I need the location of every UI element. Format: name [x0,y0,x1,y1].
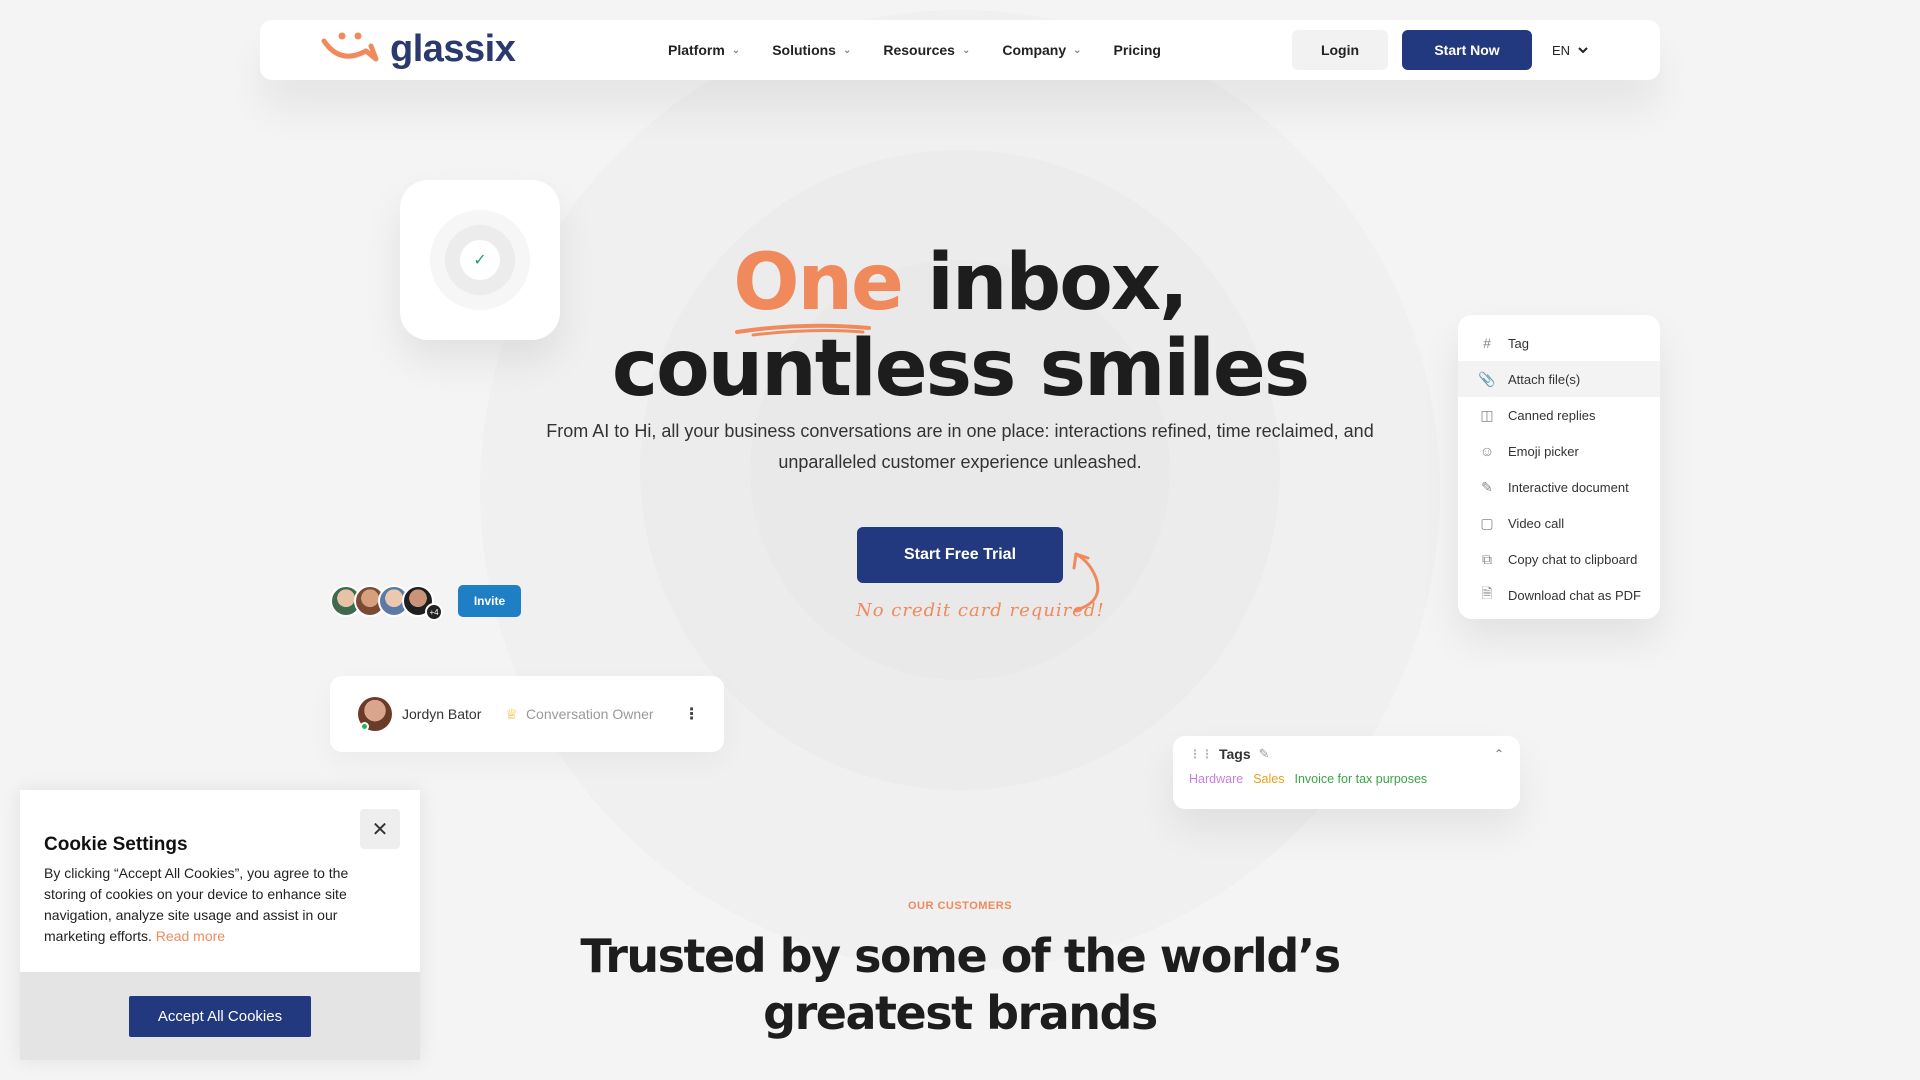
tag-invoice[interactable]: Invoice for tax purposes [1294,772,1427,786]
pdf-file-icon: 🗎 [1481,585,1493,601]
tags-header: ⋮⋮ Tags ✎ ⌃ [1189,746,1504,762]
customers-heading-line2: greatest brands [763,986,1158,1040]
login-button[interactable]: Login [1292,30,1388,70]
nav-platform[interactable]: Platform ⌄ [668,42,740,58]
main-nav: Platform ⌄ Solutions ⌄ Resources ⌄ Compa… [668,20,1193,80]
check-ring-middle: ✓ [445,225,515,295]
team-avatars: +4 [330,585,443,621]
verified-card: ✓ [400,180,560,340]
nav-platform-label: Platform [668,42,725,58]
copy-icon: ⧉ [1482,550,1492,567]
crown-icon: ♕ [505,705,518,722]
more-members-badge: +4 [425,603,443,621]
menu-item-label: Canned replies [1508,407,1596,423]
menu-item-label: Tag [1508,335,1529,351]
nav-pricing-label: Pricing [1113,42,1161,58]
menu-item-attach-files[interactable]: 📎 Attach file(s) [1458,361,1660,397]
invite-button[interactable]: Invite [458,585,521,617]
menu-item-label: Download chat as PDF [1508,587,1641,603]
more-options-icon[interactable]: ⋮ [684,704,700,724]
underline-swoosh-icon [735,323,872,337]
background-ring-outer [480,10,1440,970]
nav-company-label: Company [1002,42,1067,58]
check-ring-outer: ✓ [430,210,530,310]
customers-eyebrow: OUR CUSTOMERS [907,900,1013,912]
hero-title-line2: countless smiles [611,324,1310,414]
start-free-trial-button[interactable]: Start Free Trial [857,527,1063,583]
accept-all-cookies-button[interactable]: Accept All Cookies [129,996,311,1037]
hero-title-accent-text: One [733,238,904,328]
nav-pricing[interactable]: Pricing [1114,42,1161,58]
read-more-link[interactable]: Read more [156,928,225,944]
owner-role: Conversation Owner [525,706,654,722]
tag-sales[interactable]: Sales [1253,772,1284,786]
edit-document-icon: ✎ [1481,478,1493,495]
menu-item-label: Emoji picker [1508,443,1579,459]
nav-solutions-label: Solutions [772,42,836,58]
tags-list: Hardware Sales Invoice for tax purposes [1189,772,1504,786]
no-credit-card-note: No credit card required! [856,600,1105,621]
close-icon[interactable]: ✕ [360,809,400,849]
avatar [358,697,392,731]
chevron-down-icon: ⌄ [1073,44,1082,56]
logo-wordmark: glassix [390,28,516,70]
paperclip-icon: 📎 [1478,370,1496,387]
smiley-icon: ☺ [1479,443,1495,459]
menu-item-label: Interactive document [1508,479,1629,495]
hash-icon: # [1483,335,1491,351]
menu-item-emoji-picker[interactable]: ☺ Emoji picker [1458,433,1660,469]
customers-heading-line1: Trusted by some of the world’s [580,929,1341,983]
menu-item-interactive-document[interactable]: ✎ Interactive document [1458,469,1660,505]
cookie-footer: Accept All Cookies [20,972,420,1060]
nav-resources[interactable]: Resources ⌄ [883,42,970,58]
language-label: EN [1552,42,1571,58]
chevron-down-icon: ⌄ [731,44,741,56]
drag-handle-icon[interactable]: ⋮⋮ [1189,747,1213,761]
tags-title: Tags [1219,746,1251,762]
menu-item-copy-chat[interactable]: ⧉ Copy chat to clipboard [1458,541,1660,577]
navbar: glassix Platform ⌄ Solutions ⌄ Resources… [260,20,1660,80]
cookie-text: By clicking “Accept All Cookies”, you ag… [44,863,394,947]
start-now-button[interactable]: Start Now [1402,30,1532,70]
nav-solutions[interactable]: Solutions ⌄ [772,42,851,58]
nav-company[interactable]: Company ⌄ [1002,42,1081,58]
chevron-down-icon [1578,46,1588,53]
chat-bubble-icon: ◫ [1480,406,1494,423]
menu-item-label: Copy chat to clipboard [1508,551,1638,567]
language-selector[interactable]: EN [1552,20,1588,80]
menu-item-tag[interactable]: # Tag [1458,325,1660,361]
nav-resources-label: Resources [883,42,955,58]
tag-hardware[interactable]: Hardware [1189,772,1243,786]
menu-item-canned-replies[interactable]: ◫ Canned replies [1458,397,1660,433]
menu-item-video-call[interactable]: ▢ Video call [1458,505,1660,541]
menu-item-label: Video call [1508,515,1565,531]
chevron-down-icon: ⌄ [842,44,852,56]
tags-card: ⋮⋮ Tags ✎ ⌃ Hardware Sales Invoice for t… [1173,736,1520,809]
conversation-owner-card: Jordyn Bator ♕ Conversation Owner ⋮ [330,676,724,752]
chevron-up-icon[interactable]: ⌃ [1494,747,1504,761]
hero-title-accent: One [733,238,904,337]
menu-item-label: Attach file(s) [1508,371,1581,387]
chat-actions-menu: # Tag 📎 Attach file(s) ◫ Canned replies … [1458,315,1660,619]
cookie-title: Cookie Settings [44,834,188,855]
glassix-logo[interactable]: glassix [320,28,516,70]
owner-name: Jordyn Bator [402,706,482,722]
cookie-banner: ✕ Cookie Settings By clicking “Accept Al… [20,790,420,1060]
menu-item-download-pdf[interactable]: 🗎 Download chat as PDF [1458,577,1660,613]
hero-subtitle: From AI to Hi, all your business convers… [546,421,1374,472]
pencil-icon[interactable]: ✎ [1259,746,1270,762]
chevron-down-icon: ⌄ [961,44,971,56]
video-camera-icon: ▢ [1480,514,1494,531]
smile-logo-icon [321,32,379,62]
customers-heading: Trusted by some of the world’s greatest … [560,928,1360,1042]
online-status-dot [360,722,369,731]
hero-title: One inbox, countless smiles [560,240,1360,412]
checkmark-icon: ✓ [460,240,500,280]
hero-title-rest: inbox, [927,238,1189,328]
